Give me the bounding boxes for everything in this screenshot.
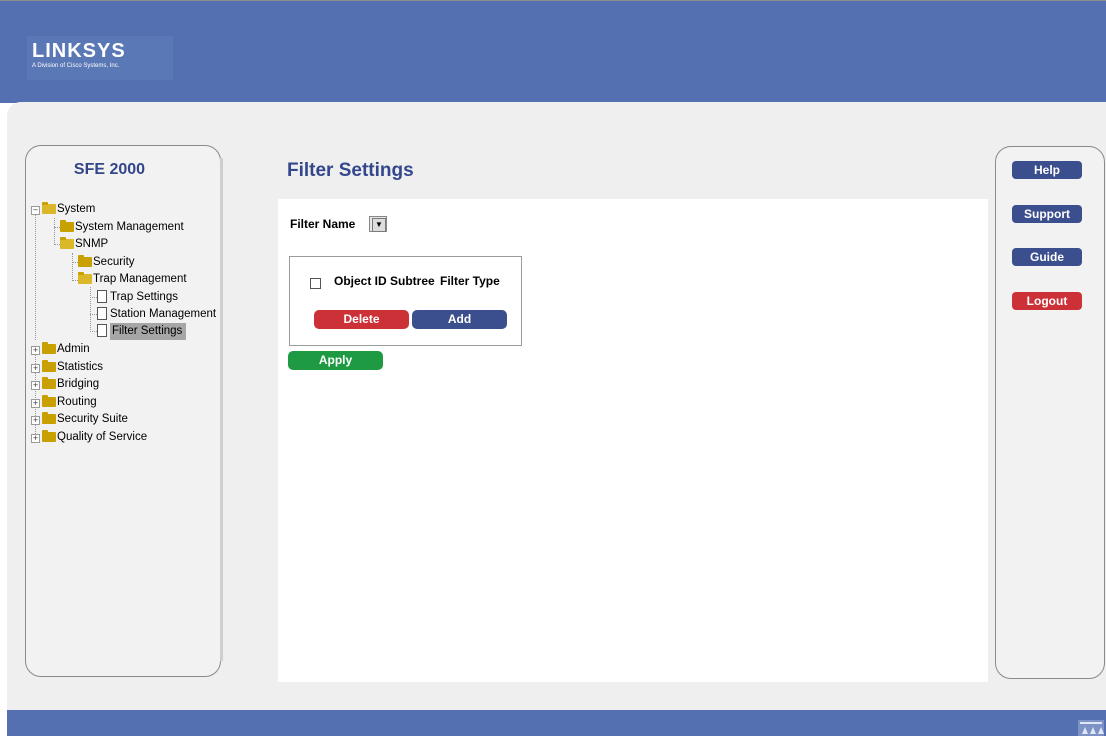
tree-line (54, 218, 55, 245)
tree-item-snmp[interactable]: SNMP (60, 236, 108, 253)
select-all-checkbox[interactable] (310, 278, 321, 289)
tree-label: Security (93, 256, 135, 268)
tree-label: Station Management (110, 308, 217, 320)
help-button[interactable]: Help (1012, 161, 1082, 179)
filter-name-select[interactable]: ▼ (369, 216, 387, 232)
tree-item-trap-settings[interactable]: Trap Settings (97, 289, 178, 306)
tree-line (90, 331, 97, 332)
tree-label: Admin (57, 343, 90, 355)
cisco-logo-icon (1078, 720, 1104, 736)
tree-label: Trap Management (93, 273, 187, 285)
folder-icon (42, 412, 56, 424)
document-icon (97, 307, 107, 320)
tree-item-statistics[interactable]: + Statistics (31, 359, 103, 376)
tree-label: SNMP (75, 238, 109, 250)
tree-item-system[interactable]: − System (31, 201, 95, 218)
tree-line (90, 314, 97, 315)
tree-line (72, 253, 73, 281)
folder-open-icon (60, 237, 74, 249)
tree-item-filter-settings[interactable]: Filter Settings (97, 323, 187, 340)
filter-table (289, 256, 522, 346)
logo-tagline: A Division of Cisco Systems, Inc. (32, 63, 120, 69)
expand-icon[interactable]: + (31, 381, 40, 390)
folder-open-icon (42, 202, 56, 214)
logo-text: LINKSYS (32, 40, 126, 62)
tree-label: Routing (57, 396, 97, 408)
tree-label: Trap Settings (110, 291, 178, 303)
tree-label: Statistics (57, 361, 104, 373)
tree-label: System (57, 203, 96, 215)
tree-line (90, 297, 97, 298)
expand-icon[interactable]: + (31, 346, 40, 355)
document-icon (97, 324, 107, 337)
folder-icon (42, 360, 56, 372)
tree-label: System Management (75, 221, 184, 233)
expand-icon[interactable]: + (31, 399, 40, 408)
expand-icon[interactable]: + (31, 416, 40, 425)
model-name: SFE 2000 (73, 161, 146, 178)
tree-item-quality-of-service[interactable]: + Quality of Service (31, 429, 147, 446)
folder-icon (60, 220, 74, 232)
support-button[interactable]: Support (1012, 205, 1082, 223)
expand-icon[interactable]: + (31, 364, 40, 373)
header-top-border (0, 0, 1106, 1)
left-panel-scroll-edge (220, 158, 223, 661)
footer-bar (7, 710, 1106, 736)
folder-open-icon (78, 272, 92, 284)
tree-item-trap-management[interactable]: Trap Management (78, 271, 187, 288)
tree-item-admin[interactable]: + Admin (31, 341, 90, 358)
chevron-down-icon[interactable]: ▼ (372, 218, 386, 232)
tree-item-system-management[interactable]: System Management (60, 219, 184, 236)
page-title: Filter Settings (287, 160, 414, 181)
tree-item-bridging[interactable]: + Bridging (31, 376, 99, 393)
collapse-icon[interactable]: − (31, 206, 40, 215)
folder-icon (42, 395, 56, 407)
folder-icon (78, 255, 92, 267)
tree-item-routing[interactable]: + Routing (31, 394, 97, 411)
apply-button[interactable]: Apply (288, 351, 383, 370)
tree-item-security-suite[interactable]: + Security Suite (31, 411, 128, 428)
tree-label: Bridging (57, 378, 100, 390)
right-nav-panel (995, 146, 1105, 679)
delete-button[interactable]: Delete (314, 310, 409, 329)
tree-item-station-management[interactable]: Station Management (97, 306, 216, 323)
column-header-filter-type: Filter Type (440, 274, 500, 288)
add-button[interactable]: Add (412, 310, 507, 329)
filter-name-label: Filter Name (290, 217, 356, 231)
logout-button[interactable]: Logout (1012, 292, 1082, 310)
column-header-object-id-subtree: Object ID Subtree (334, 274, 435, 288)
tree-label: Security Suite (57, 413, 128, 425)
guide-button[interactable]: Guide (1012, 248, 1082, 266)
tree-label-selected: Filter Settings (110, 323, 187, 340)
folder-icon (42, 377, 56, 389)
folder-icon (42, 342, 56, 354)
tree-line (35, 215, 36, 340)
expand-icon[interactable]: + (31, 434, 40, 443)
document-icon (97, 290, 107, 303)
tree-label: Quality of Service (57, 431, 148, 443)
tree-line (90, 287, 91, 332)
folder-icon (42, 430, 56, 442)
tree-item-security[interactable]: Security (78, 254, 135, 271)
